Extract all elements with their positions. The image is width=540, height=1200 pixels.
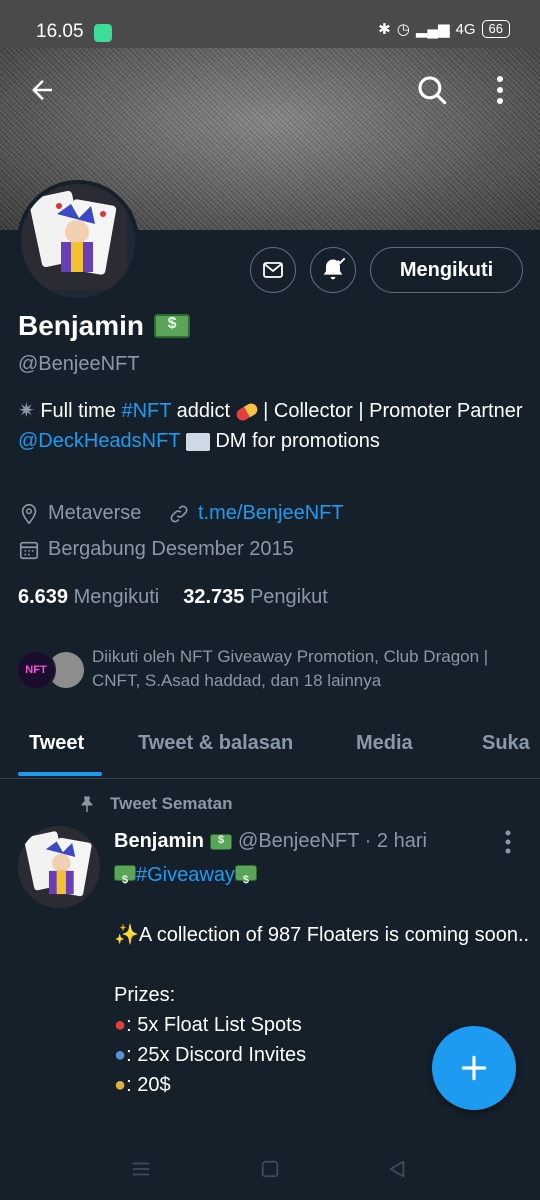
active-tab-indicator — [18, 772, 102, 776]
pill-icon — [234, 401, 260, 423]
more-vertical-icon — [505, 830, 511, 854]
joker-card-image — [21, 184, 127, 290]
location-icon — [21, 503, 37, 524]
website-row: t.me/BenjeeNFT — [168, 502, 344, 525]
notification-app-icon — [94, 24, 112, 42]
pinned-label: Tweet Sematan — [110, 794, 233, 813]
back-triangle-icon[interactable] — [386, 1158, 408, 1180]
more-options-button[interactable] — [480, 70, 520, 110]
bio-hashtag-link[interactable]: #NFT — [121, 400, 171, 422]
tweet-text-1: A collection of 987 Floaters is coming s… — [138, 924, 530, 946]
message-button[interactable] — [250, 247, 296, 293]
alarm-icon: ◷ — [396, 21, 410, 38]
calendar-icon — [19, 541, 39, 559]
balloon-icon: ● — [114, 1014, 127, 1036]
network-type: 4G — [455, 20, 476, 38]
follower-avatar-label: NFT — [25, 664, 47, 676]
followed-by-text[interactable]: Diikuti oleh NFT Giveaway Promotion, Clu… — [92, 645, 522, 693]
tweet-prize-1-text: : 5x Float List Spots — [126, 1014, 302, 1036]
profile-handle: @BenjeeNFT — [18, 353, 140, 375]
tweet-avatar[interactable] — [18, 826, 100, 908]
website-link[interactable]: t.me/BenjeeNFT — [198, 502, 344, 525]
search-icon — [418, 76, 447, 105]
people-icon: ● — [114, 1044, 127, 1066]
profile-name-row: Benjamin — [18, 310, 191, 342]
location-row: Metaverse — [18, 502, 141, 525]
link-icon — [170, 505, 188, 522]
signal-icon: ▂▄▆ — [415, 21, 450, 38]
battery-indicator: 66 — [481, 20, 510, 38]
money-bag-icon: ● — [114, 1074, 127, 1096]
mail-icon — [263, 262, 283, 278]
money-emoji-icon — [154, 314, 191, 338]
pin-icon — [81, 796, 93, 813]
pinned-label-row: Tweet Sematan — [78, 794, 233, 814]
status-bar: 16.05 ✱ ◷ ▂▄▆ 4G 66 — [0, 0, 540, 48]
sparkle-icon: ✷ — [18, 400, 41, 422]
tweet-author-name[interactable]: Benjamin — [114, 830, 204, 853]
joined-row: Bergabung Desember 2015 — [18, 538, 294, 561]
tab-media[interactable]: Media — [356, 732, 413, 755]
joker-card-image-small — [18, 826, 100, 908]
menu-icon[interactable] — [130, 1158, 152, 1180]
bio-text-1: Full time — [40, 400, 122, 422]
tweet-line-1: ✨A collection of 987 Floaters is coming … — [114, 920, 534, 950]
sparkles-icon: ✨ — [114, 924, 139, 946]
tab-tweet-replies[interactable]: Tweet & balasan — [138, 732, 293, 755]
tweet-author-handle-time: @BenjeeNFT · 2 hari — [238, 830, 427, 852]
profile-bio: ✷ Full time #NFT addict | Collector | Pr… — [18, 396, 528, 456]
tab-tweet[interactable]: Tweet — [29, 732, 84, 755]
follow-counts: 6.639 Mengikuti 32.735 Pengikut — [18, 586, 328, 609]
money-emoji-icon — [210, 833, 233, 850]
profile-tabs: Tweet Tweet & balasan Media Suka — [0, 722, 540, 779]
back-button[interactable] — [22, 70, 62, 110]
back-arrow-icon — [32, 80, 52, 100]
money-emoji-icon — [234, 865, 257, 895]
following-button[interactable]: Mengikuti — [370, 247, 523, 293]
followers-label: Pengikut — [249, 586, 328, 608]
tweet-prize-2-text: : 25x Discord Invites — [126, 1044, 307, 1066]
bluetooth-icon: ✱ — [378, 21, 391, 38]
system-nav-bar — [0, 1140, 540, 1200]
joined-text: Bergabung Desember 2015 — [48, 538, 294, 560]
tweet-prize-3-text: : 20$ — [126, 1074, 171, 1096]
tweet-more-button[interactable] — [504, 830, 512, 859]
status-time: 16.05 — [36, 21, 84, 42]
notifications-button[interactable] — [310, 247, 356, 293]
bio-mention-link[interactable]: @DeckHeadsNFT — [18, 430, 180, 452]
tweet-hashtag-link[interactable]: #Giveaway — [136, 864, 235, 886]
followers-count: 32.735 — [183, 586, 245, 608]
bell-icon — [323, 257, 346, 280]
tweet-hashtag-line: #Giveaway — [114, 860, 534, 895]
envelope-icon — [185, 432, 210, 451]
profile-name: Benjamin — [18, 310, 145, 341]
followers-count-link[interactable]: 32.735 Pengikut — [183, 586, 328, 609]
tweet-header: Benjamin @BenjeeNFT · 2 hari — [114, 830, 427, 853]
follower-avatar-1: NFT — [16, 650, 56, 690]
tab-likes[interactable]: Suka — [482, 732, 530, 755]
home-square-icon[interactable] — [259, 1158, 281, 1180]
search-button[interactable] — [412, 70, 452, 110]
plus-icon — [461, 1055, 487, 1081]
location-text: Metaverse — [48, 502, 142, 524]
following-label: Mengikuti — [73, 586, 160, 608]
compose-tweet-button[interactable] — [432, 1026, 516, 1110]
following-count-link[interactable]: 6.639 Mengikuti — [18, 586, 159, 609]
following-count: 6.639 — [18, 586, 69, 608]
more-vertical-icon — [497, 76, 503, 104]
bio-text-4: DM for promotions — [209, 430, 380, 452]
tweet-prizes-label: Prizes: — [114, 984, 176, 1006]
bio-text-3: | Collector | Promoter Partner — [257, 400, 523, 422]
money-emoji-icon — [114, 865, 136, 895]
status-icons: ✱ ◷ ▂▄▆ 4G 66 — [378, 20, 510, 38]
profile-avatar[interactable] — [17, 180, 139, 302]
bio-text-2: addict — [171, 400, 236, 422]
